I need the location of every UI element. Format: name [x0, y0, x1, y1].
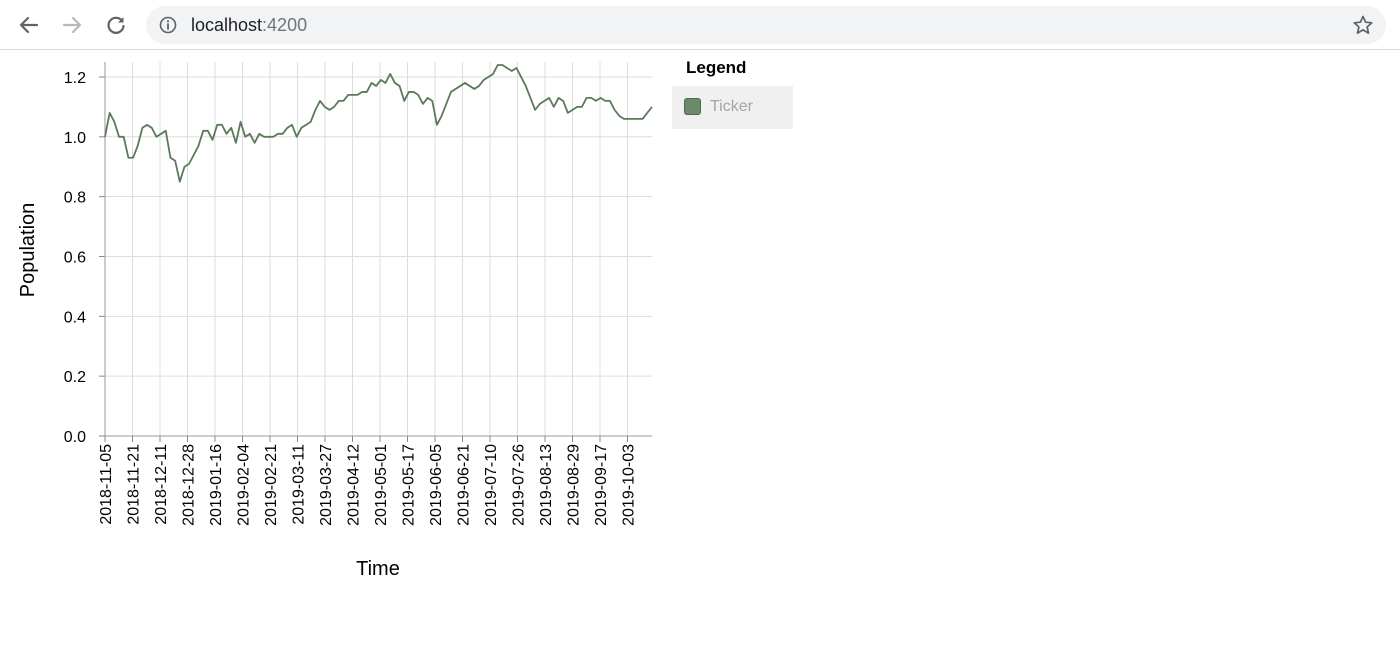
x-tick-label: 2018-12-11: [153, 444, 170, 525]
legend-title: Legend: [686, 58, 747, 77]
x-tick-label: 2018-11-21: [126, 444, 143, 525]
x-tick-label: 2019-06-05: [428, 444, 445, 526]
x-tick-label: 2019-07-26: [511, 444, 528, 526]
url-port: :4200: [262, 15, 308, 35]
axes: 0.0 0.2 0.4 0.6 0.8 1.0 1.2 2018-11-05 2018-11-2…: [64, 62, 652, 526]
x-tick-label: 2019-05-01: [373, 444, 390, 526]
x-tick-label: 2019-08-13: [538, 444, 555, 526]
line-chart: 0.0 0.2 0.4 0.6 0.8 1.0 1.2 2018-11-05 2018-11-2…: [17, 62, 653, 580]
url-host: localhost: [191, 15, 263, 35]
y-tick-label: 0.8: [64, 190, 86, 207]
x-tick-label: 2019-06-21: [456, 444, 473, 526]
legend-item-ticker[interactable]: Ticker: [672, 86, 793, 129]
arrow-left-icon: [19, 16, 39, 34]
x-axis-title: Time: [356, 558, 400, 580]
x-tick-label: 2018-12-28: [181, 444, 198, 526]
x-tick-label: 2019-01-16: [208, 444, 225, 526]
x-tick-label: 2019-04-12: [346, 444, 363, 526]
x-tick-label: 2019-07-10: [483, 444, 500, 526]
y-tick-label: 1.2: [64, 70, 86, 87]
y-tick-label: 0.6: [64, 249, 86, 266]
reload-button[interactable]: [99, 8, 133, 42]
y-tick-label: 0.4: [64, 309, 86, 326]
x-tick-label: 2018-11-05: [98, 444, 115, 525]
y-tick-label: 1.0: [64, 130, 86, 147]
x-tick-label: 2019-02-04: [236, 444, 253, 526]
legend-swatch: [684, 98, 701, 115]
grid-lines: [104, 62, 652, 437]
legend-item-label: Ticker: [710, 98, 753, 115]
back-button[interactable]: [12, 8, 46, 42]
browser-toolbar: localhost:4200: [0, 0, 1400, 50]
address-bar[interactable]: localhost:4200: [146, 6, 1386, 44]
x-tick-label: 2019-03-11: [291, 444, 308, 525]
y-axis-title: Population: [17, 203, 39, 298]
url-text[interactable]: localhost:4200: [191, 15, 307, 35]
reload-icon: [107, 16, 125, 34]
x-tick-label: 2019-09-17: [593, 444, 610, 526]
x-tick-label: 2019-05-17: [401, 444, 418, 526]
x-tick-label: 2019-10-03: [621, 444, 638, 526]
x-tick-label: 2019-03-27: [318, 444, 335, 526]
y-tick-label: 0.2: [64, 369, 86, 386]
x-tick-label: 2019-08-29: [566, 444, 583, 526]
forward-button[interactable]: [55, 8, 89, 42]
x-tick-label: 2019-02-21: [263, 444, 280, 526]
info-icon[interactable]: [159, 16, 177, 34]
star-icon[interactable]: [1352, 14, 1374, 36]
y-tick-label: 0.0: [64, 429, 86, 446]
arrow-right-icon: [62, 16, 82, 34]
